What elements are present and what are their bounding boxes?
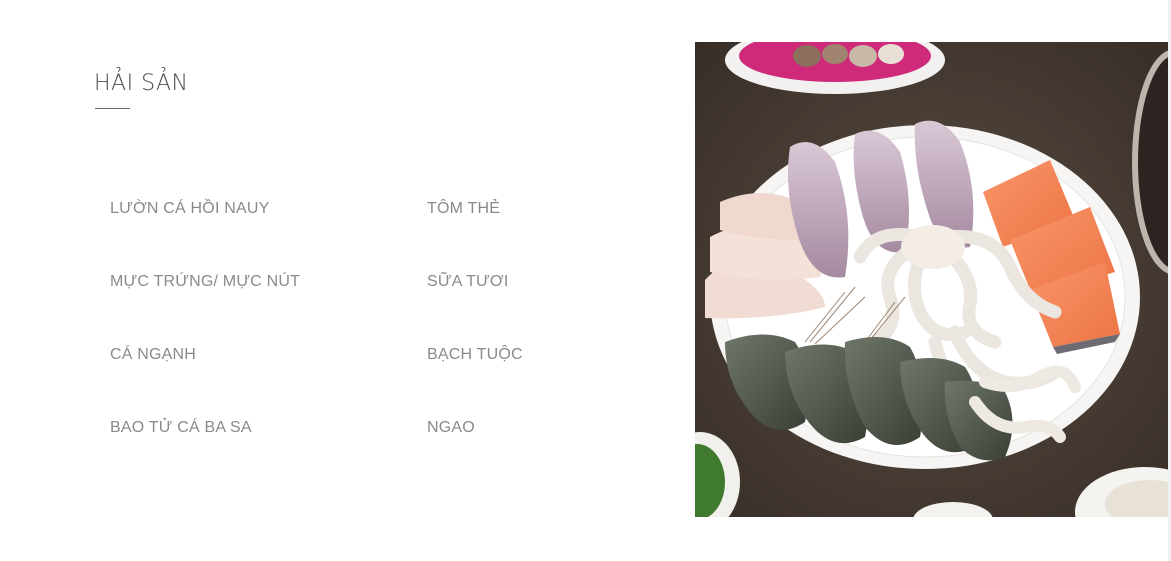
menu-list: LƯỜN CÁ HỒI NAUY TÔM THẺ MỰC TRỨNG/ MỰC … xyxy=(110,198,550,490)
menu-item: LƯỜN CÁ HỒI NAUY xyxy=(110,200,270,217)
menu-item: MỰC TRỨNG/ MỰC NÚT xyxy=(110,273,301,290)
menu-item: TÔM THẺ xyxy=(427,200,501,217)
title-underline xyxy=(95,108,130,109)
menu-item: BẠCH TUỘC xyxy=(427,346,523,363)
seafood-platter-illustration xyxy=(695,42,1170,517)
seafood-platter-photo xyxy=(695,42,1170,517)
menu-item: CÁ NGẠNH xyxy=(110,346,197,363)
menu-item: SỮA TƯƠI xyxy=(427,273,509,290)
menu-item: NGAO xyxy=(427,419,475,436)
menu-item: BAO TỬ CÁ BA SA xyxy=(110,419,252,436)
section-title: HẢI SẢN xyxy=(94,71,189,96)
